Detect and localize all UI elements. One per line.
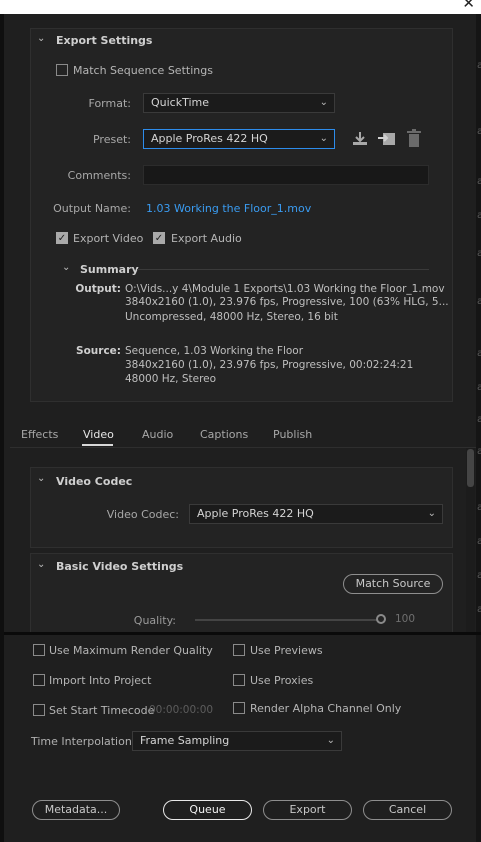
summary-source-label: Source: (76, 345, 121, 357)
start-timecode-field[interactable]: 00:00:00:00 (149, 704, 213, 716)
export-video-checkbox[interactable]: ✓ (56, 232, 68, 244)
export-audio-label: Export Audio (171, 232, 242, 245)
left-border (0, 14, 4, 842)
time-interpolation-value: Frame Sampling (140, 734, 230, 747)
export-settings-title: Export Settings (56, 34, 153, 47)
chevron-down-icon: ⌄ (319, 133, 328, 144)
time-interpolation-dropdown[interactable]: Frame Sampling ⌄ (132, 731, 342, 751)
export-video-label: Export Video (73, 232, 144, 245)
video-codec-chevron-icon[interactable]: ⌄ (37, 473, 45, 484)
match-sequence-checkbox[interactable] (56, 64, 68, 76)
import-into-project-checkbox[interactable] (33, 674, 45, 686)
quality-slider-handle[interactable] (376, 614, 386, 624)
tab-audio[interactable]: Audio (142, 428, 173, 441)
summary-chevron-icon[interactable]: ⌄ (62, 262, 70, 273)
export-button[interactable]: Export (263, 800, 352, 820)
render-alpha-checkbox[interactable] (233, 702, 245, 714)
comments-label: Comments: (67, 169, 131, 182)
video-codec-title: Video Codec (56, 475, 133, 488)
use-proxies-checkbox[interactable] (233, 674, 245, 686)
close-icon[interactable]: ✕ (462, 0, 475, 11)
max-render-quality-label: Use Maximum Render Quality (49, 644, 213, 657)
right-edge: a a a a a a a a a a a a a a (476, 14, 481, 842)
delete-preset-icon[interactable] (405, 129, 423, 148)
section-divider (4, 632, 481, 635)
set-start-timecode-checkbox[interactable] (33, 704, 45, 716)
time-interpolation-label: Time Interpolation: (31, 735, 136, 748)
match-sequence-label: Match Sequence Settings (73, 64, 213, 77)
summary-divider (137, 269, 429, 270)
use-previews-label: Use Previews (250, 644, 323, 657)
preset-label: Preset: (92, 133, 131, 146)
preset-dropdown[interactable]: Apple ProRes 422 HQ ⌄ (143, 129, 335, 149)
cancel-button[interactable]: Cancel (363, 800, 452, 820)
metadata-button[interactable]: Metadata... (32, 800, 120, 820)
max-render-quality-checkbox[interactable] (33, 644, 45, 656)
output-name-link[interactable]: 1.03 Working the Floor_1.mov (146, 202, 311, 215)
use-proxies-label: Use Proxies (250, 674, 314, 687)
format-label: Format: (88, 97, 131, 110)
summary-source-line-3: 48000 Hz, Stereo (125, 373, 217, 385)
comments-field[interactable] (143, 165, 429, 185)
tab-captions[interactable]: Captions (200, 428, 248, 441)
import-preset-icon[interactable] (377, 130, 397, 147)
tab-video[interactable]: Video (83, 428, 114, 441)
tab-effects[interactable]: Effects (21, 428, 58, 441)
video-codec-dropdown[interactable]: Apple ProRes 422 HQ ⌄ (189, 504, 443, 524)
output-name-label: Output Name: (53, 202, 131, 215)
summary-title: Summary (80, 263, 139, 276)
summary-output-line-2: 3840x2160 (1.0), 23.976 fps, Progressive… (125, 296, 449, 308)
format-value: QuickTime (151, 96, 210, 109)
tab-publish[interactable]: Publish (273, 428, 312, 441)
basic-video-chevron-icon[interactable]: ⌄ (37, 559, 45, 570)
chevron-down-icon: ⌄ (427, 508, 436, 519)
import-into-project-label: Import Into Project (49, 674, 152, 687)
export-audio-checkbox[interactable]: ✓ (153, 232, 165, 244)
preset-value: Apple ProRes 422 HQ (151, 132, 268, 145)
chevron-down-icon: ⌄ (326, 735, 335, 746)
collapse-chevron-icon[interactable]: ⌄ (37, 33, 45, 44)
video-codec-label: Video Codec: (106, 508, 179, 521)
save-preset-icon[interactable] (351, 130, 369, 147)
title-strip (0, 0, 481, 14)
basic-video-title: Basic Video Settings (56, 560, 184, 573)
summary-source-line-2: 3840x2160 (1.0), 23.976 fps, Progressive… (125, 359, 414, 371)
set-start-timecode-label: Set Start Timecode (49, 704, 155, 717)
quality-label: Quality: (133, 614, 176, 627)
format-dropdown[interactable]: QuickTime ⌄ (143, 93, 335, 113)
scrollbar-thumb[interactable] (467, 449, 474, 487)
chevron-down-icon: ⌄ (319, 97, 328, 108)
match-source-button[interactable]: Match Source (343, 574, 443, 594)
video-codec-value: Apple ProRes 422 HQ (197, 507, 314, 520)
quality-value: 100 (395, 613, 416, 625)
quality-slider-track[interactable] (195, 619, 380, 621)
render-alpha-label: Render Alpha Channel Only (250, 702, 402, 715)
queue-button[interactable]: Queue (163, 800, 252, 820)
summary-source-line-1: Sequence, 1.03 Working the Floor (125, 345, 304, 357)
use-previews-checkbox[interactable] (233, 644, 245, 656)
summary-output-label: Output: (75, 283, 121, 295)
active-tab-underline (82, 444, 113, 446)
summary-output-line-1: O:\Vids...y 4\Module 1 Exports\1.03 Work… (125, 283, 445, 295)
summary-output-line-3: Uncompressed, 48000 Hz, Stereo, 16 bit (125, 311, 338, 323)
